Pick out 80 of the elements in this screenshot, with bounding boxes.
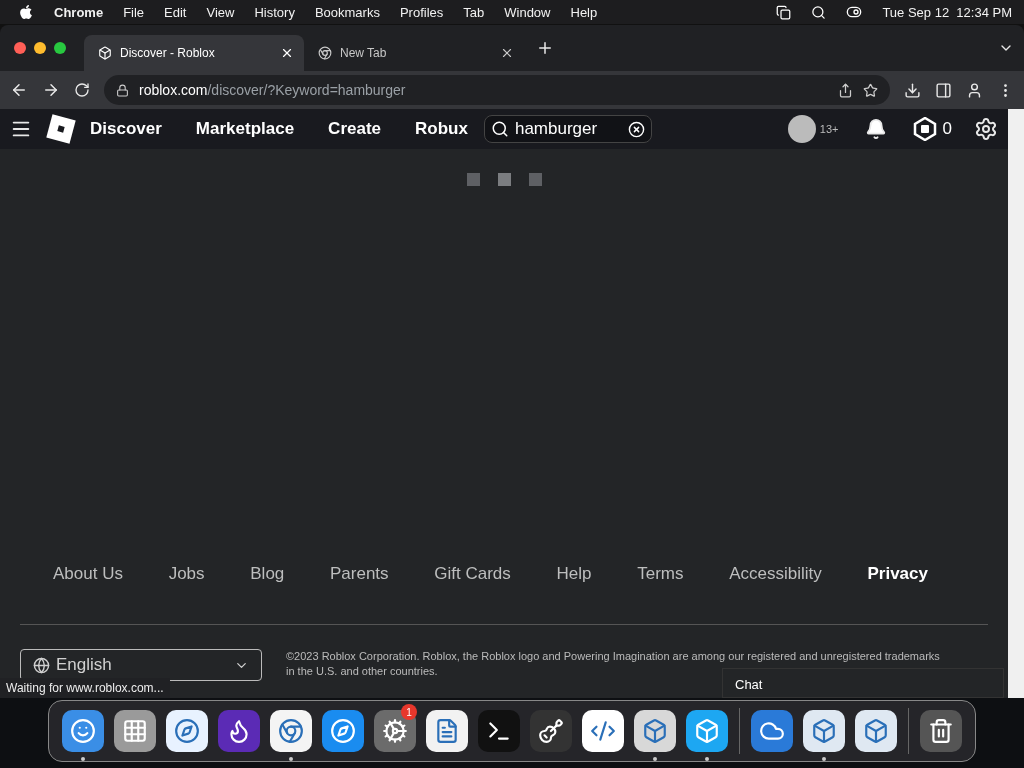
loading-square [497,173,511,186]
round-logo-icon [318,46,332,60]
apple-icon[interactable] [18,4,34,20]
close-tab-icon[interactable] [280,46,294,60]
nav-link[interactable]: Robux [415,119,468,139]
menu-item[interactable]: View [206,4,235,20]
scrollbar[interactable] [1008,109,1024,698]
guitar-icon[interactable] [530,710,572,752]
menu-item[interactable]: Tab [463,4,485,20]
flame-icon[interactable] [218,710,260,752]
app-menu[interactable]: Chrome [54,4,104,20]
close-tab-icon[interactable] [500,46,514,60]
smiling-face-icon[interactable] [62,710,104,752]
forward-button[interactable] [42,81,60,99]
share-icon[interactable] [838,82,853,98]
menu-item[interactable]: Help [570,4,598,20]
menu-item[interactable]: Window [504,4,551,20]
globe-icon [33,656,50,674]
cube-icon[interactable] [855,710,897,752]
footer-link[interactable]: About Us [53,564,123,584]
new-tab-button[interactable] [536,39,554,57]
gear-icon[interactable] [374,710,416,752]
footer-link[interactable]: Accessibility [729,564,822,584]
nav-link[interactable]: Marketplace [195,119,295,139]
back-button[interactable] [10,81,28,99]
minimize-window-button[interactable] [34,42,46,54]
chat-panel[interactable]: Chat [722,668,1004,698]
loading-square [528,173,542,186]
footer-link[interactable]: Jobs [168,564,205,584]
loading-square [466,173,480,186]
clear-icon[interactable] [627,120,645,138]
side-panel-button[interactable] [935,81,952,99]
download-button[interactable] [904,81,921,99]
terminal-icon[interactable] [478,710,520,752]
footer-link[interactable]: Blog [250,564,285,584]
close-window-button[interactable] [14,42,26,54]
reload-button[interactable] [74,82,90,98]
footer-link[interactable]: Terms [637,564,684,584]
cloud-icon[interactable] [751,710,793,752]
control-center-icon[interactable] [846,4,863,20]
browser-tab[interactable]: New Tab [304,35,524,71]
bookmark-star-icon[interactable] [863,82,878,98]
document-icon[interactable] [426,710,468,752]
url-text: roblox.com/discover/?Keyword=hamburger [139,82,406,98]
menu-item[interactable]: File [123,4,145,20]
age-label: 13+ [819,123,839,135]
nav-link[interactable]: Create [328,119,382,139]
menu-item[interactable]: Edit [164,4,187,20]
search-field[interactable]: hamburger [483,115,652,143]
search-icon[interactable] [811,4,827,20]
menu-item[interactable]: History [254,4,295,20]
status-text: Waiting for www.roblox.com... [0,678,170,698]
search-icon [490,120,509,138]
browser-tab[interactable]: Discover - Roblox [84,35,304,71]
lock-icon [116,83,129,97]
settings-button[interactable] [974,117,998,141]
menu-item[interactable]: Profiles [399,4,444,20]
notification-badge: 1 [401,704,417,720]
compass-icon[interactable] [166,710,208,752]
footer-link[interactable]: Parents [330,564,389,584]
cube-icon[interactable] [803,710,845,752]
nav-link[interactable]: Discover [90,119,162,139]
footer-link[interactable]: Help [556,564,592,584]
footer-link[interactable]: Privacy [867,564,928,584]
avatar[interactable] [787,115,816,143]
robux-icon[interactable] [912,117,937,141]
app-grid-icon[interactable] [114,710,156,752]
menu-item[interactable]: Bookmarks [314,4,380,20]
footer-link[interactable]: Gift Cards [434,564,511,584]
trash-icon[interactable] [920,710,962,752]
profile-button[interactable] [966,81,983,99]
screen-mirroring-icon[interactable] [776,4,792,20]
round-logo-icon[interactable] [270,710,312,752]
address-bar[interactable]: roblox.com/discover/?Keyword=hamburger [104,75,890,105]
clock[interactable]: Tue Sep 12 12:34 PM [882,4,1012,20]
code-icon[interactable] [582,710,624,752]
notifications-button[interactable] [864,118,887,140]
zoom-window-button[interactable] [54,42,66,54]
robux-count: 0 [942,119,952,139]
tilted-square-logo[interactable] [46,114,76,144]
